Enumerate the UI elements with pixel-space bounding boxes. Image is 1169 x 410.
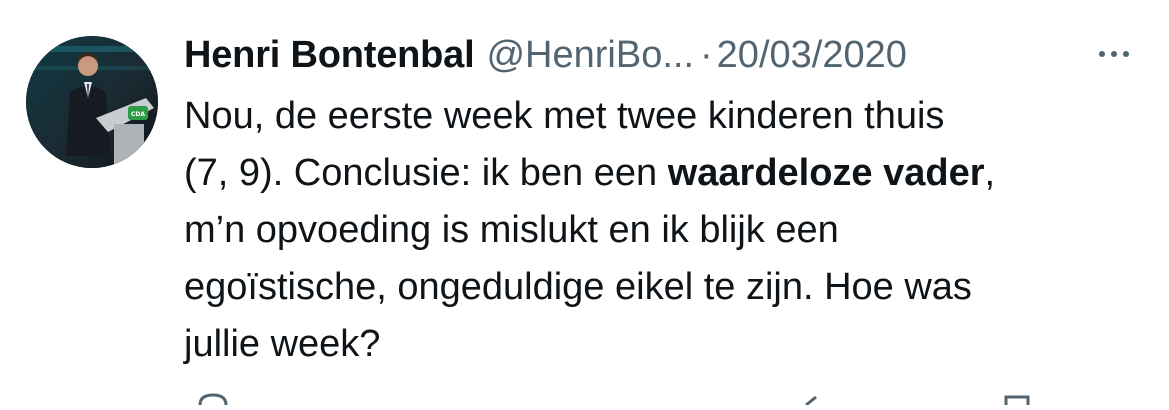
author-handle[interactable]: @HenriBo... [486,34,694,77]
tweet-text-line: jullie week? [184,316,1144,373]
tweet-text-segment: egoïstische, ongeduldige eikel te zijn. … [184,266,972,308]
tweet-text-line: egoïstische, ongeduldige eikel te zijn. … [184,259,1144,316]
tweet-text-bold: waardeloze vader [667,152,985,194]
share-icon [1004,395,1030,405]
tweet-text-line: Nou, de eerste week met twee kinderen th… [184,88,1144,145]
tweet-text-segment: jullie week? [184,323,381,365]
author-name[interactable]: Henri Bontenbal [184,34,475,77]
tweet[interactable]: CDA Henri Bontenbal @HenriBo... · 20/03/… [0,0,1169,407]
reply-icon [198,393,228,406]
tweet-date[interactable]: 20/03/2020 [717,34,907,77]
tweet-text-line: m’n opvoeding is mislukt en ik blijk een [184,202,1144,259]
tweet-text-segment: , [984,152,996,194]
tweet-text-segment: m’n opvoeding is mislukt en ik blijk een [184,209,839,251]
avatar[interactable]: CDA [26,36,158,168]
more-dots-icon [1099,51,1129,57]
like-button[interactable] [800,392,834,407]
tweet-text-line: (7, 9). Conclusie: ik ben een waardeloze… [184,145,1144,202]
tweet-text-segment: Nou, de eerste week met twee kinderen th… [184,95,945,137]
avatar-badge-text: CDA [131,111,145,118]
tweet-text: Nou, de eerste week met twee kinderen th… [184,88,1144,373]
reply-button[interactable] [196,392,230,406]
share-button[interactable] [1000,392,1034,405]
like-icon [805,395,817,407]
header-separator: · [700,33,713,76]
tweet-body: Henri Bontenbal @HenriBo... · 20/03/2020… [184,30,1144,373]
more-options-button[interactable] [1092,36,1136,72]
avatar-photo: CDA [26,36,158,168]
tweet-text-segment: (7, 9). Conclusie: ik ben een [184,152,668,194]
action-bar [0,392,1169,407]
tweet-header: Henri Bontenbal @HenriBo... · 20/03/2020 [184,30,1144,80]
